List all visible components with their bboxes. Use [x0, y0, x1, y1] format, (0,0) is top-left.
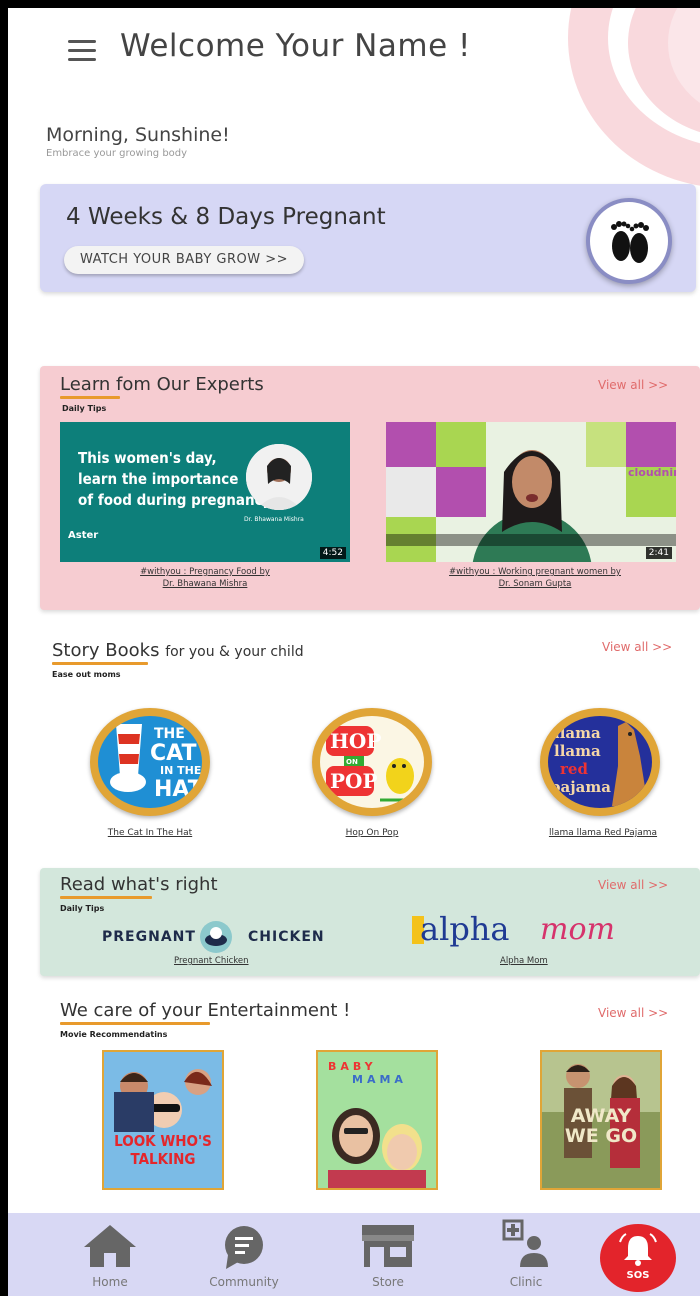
watch-baby-grow-button[interactable]: WATCH YOUR BABY GROW >> [64, 246, 305, 274]
experts-subtitle: Daily Tips [62, 404, 107, 413]
sos-button[interactable]: SOS [600, 1224, 676, 1292]
read-view-all-link[interactable]: View all >> [598, 878, 668, 892]
page-title: Welcome Your Name ! [120, 28, 471, 64]
title-underline [60, 896, 152, 899]
video-duration: 2:41 [645, 547, 672, 559]
nav-label: Clinic [509, 1275, 543, 1289]
movie-poster-look-whos-talking[interactable]: LOOK WHO'S TALKING [102, 1050, 224, 1190]
sos-label: SOS [626, 1270, 650, 1281]
book-cover-cat-in-the-hat[interactable]: THE CAT IN THE HAT [90, 708, 210, 816]
nav-store[interactable]: Store [338, 1213, 438, 1296]
experts-title: Learn fom Our Experts [60, 374, 264, 395]
nav-home[interactable]: Home [60, 1213, 160, 1296]
svg-text:HOP: HOP [330, 729, 381, 753]
pregnancy-status-card[interactable]: 4 Weeks & 8 Days Pregnant WATCH YOUR BAB… [40, 184, 696, 292]
entertainment-subtitle: Movie Recommendatins [60, 1030, 168, 1039]
book-cover-llama-llama-red-pajama[interactable]: llama llama red pajama [540, 708, 660, 816]
greeting-text: Morning, Sunshine! [46, 124, 230, 146]
book-caption[interactable]: llama llama Red Pajama [528, 828, 678, 838]
expert-video-thumbnail[interactable]: cloudnine 2:41 [386, 422, 676, 562]
title-underline [60, 1022, 210, 1025]
video-caption[interactable]: #withyou : Pregnancy Food by Dr. Bhawana … [80, 566, 330, 590]
movie-poster-away-we-go[interactable]: AWAY WE GO [540, 1050, 662, 1190]
video-duration: 4:52 [319, 547, 346, 559]
pregnant-chicken-logo[interactable]: PREGNANT CHICKEN [102, 920, 342, 954]
brand-logo: cloudnine [628, 466, 676, 479]
top-bar: Welcome Your Name ! [8, 8, 700, 88]
title-underline [52, 662, 148, 665]
svg-text:red: red [560, 760, 588, 778]
book-caption[interactable]: The Cat In The Hat [80, 828, 220, 838]
books-subtitle: Ease out moms [52, 670, 121, 679]
svg-text:IN THE: IN THE [160, 764, 201, 777]
brand-caption[interactable]: Alpha Mom [500, 956, 548, 966]
home-icon [84, 1225, 136, 1267]
video-overlay-text: This women's day, learn the importance o… [78, 449, 272, 509]
hamburger-menu-icon[interactable] [68, 40, 96, 62]
books-title: Story Books for you & your child [52, 640, 304, 661]
brand-logo: Aster [68, 530, 99, 541]
title-underline [60, 396, 120, 399]
alarm-bell-icon [619, 1233, 657, 1266]
doctor-photo [246, 444, 312, 510]
svg-text:pajama: pajama [550, 778, 611, 796]
svg-text:HAT: HAT [154, 777, 202, 802]
poster-title: LOOK WHO'S TALKING [114, 1132, 212, 1168]
svg-text:POP: POP [330, 769, 378, 793]
sub-greeting-text: Embrace your growing body [46, 148, 188, 159]
clinic-icon [502, 1219, 548, 1267]
nav-label: Store [372, 1275, 404, 1289]
entertainment-section: We care of your Entertainment ! Movie Re… [40, 996, 700, 1196]
poster-title: AWAY WE GO [564, 1105, 638, 1147]
svg-text:CAT: CAT [150, 741, 196, 766]
books-view-all-link[interactable]: View all >> [602, 640, 672, 654]
book-cover-hop-on-pop[interactable]: HOP ON POP [312, 708, 432, 816]
brand-caption[interactable]: Pregnant Chicken [174, 956, 249, 966]
app-screen: Welcome Your Name ! Morning, Sunshine! E… [8, 8, 700, 1296]
nav-community[interactable]: Community [194, 1213, 294, 1296]
story-books-section: Story Books for you & your child Ease ou… [40, 616, 700, 840]
nav-clinic[interactable]: Clinic [476, 1213, 576, 1296]
svg-text:llama: llama [554, 724, 601, 742]
pregnancy-week-title: 4 Weeks & 8 Days Pregnant [66, 204, 386, 230]
chat-icon [225, 1226, 263, 1269]
read-subtitle: Daily Tips [60, 904, 105, 913]
alpha-mom-logo[interactable]: alpha mom [412, 910, 652, 954]
video-caption[interactable]: #withyou : Working pregnant women by Dr. … [400, 566, 670, 590]
movie-poster-baby-mama[interactable]: BABY MAMA [316, 1050, 438, 1190]
baby-feet-icon[interactable] [586, 198, 672, 284]
svg-text:ON: ON [346, 758, 358, 766]
bottom-navigation: Home Community Store Clinic SOS [8, 1213, 700, 1296]
svg-text:THE: THE [154, 726, 185, 742]
poster-title: BABY MAMA [328, 1060, 407, 1086]
nav-label: Community [209, 1275, 279, 1289]
entertainment-view-all-link[interactable]: View all >> [598, 1006, 668, 1020]
nav-label: Home [92, 1275, 128, 1289]
read-section: Read what's right Daily Tips View all >>… [40, 868, 700, 976]
expert-video-thumbnail[interactable]: This women's day, learn the importance o… [60, 422, 350, 562]
chicken-icon [200, 921, 232, 953]
doctor-tag: Dr. Bhawana Mishra [244, 516, 304, 523]
svg-text:llama: llama [554, 742, 601, 760]
read-title: Read what's right [60, 874, 218, 895]
entertainment-title: We care of your Entertainment ! [60, 1000, 351, 1021]
experts-section: Learn fom Our Experts Daily Tips View al… [40, 366, 700, 610]
store-icon [362, 1225, 414, 1267]
book-caption[interactable]: Hop On Pop [302, 828, 442, 838]
experts-view-all-link[interactable]: View all >> [598, 378, 668, 392]
